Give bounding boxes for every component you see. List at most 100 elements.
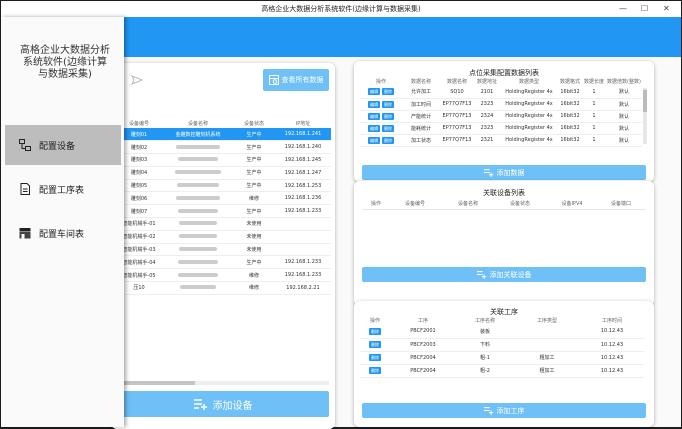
- edit-button[interactable]: 编辑: [368, 124, 380, 132]
- edit-button[interactable]: 编辑: [368, 88, 380, 96]
- delete-button[interactable]: 删除: [369, 367, 381, 374]
- device-name: [163, 243, 233, 257]
- cell: [514, 338, 580, 352]
- device-status: 生产中: [233, 140, 275, 155]
- scrollbar-thumb[interactable]: [117, 381, 195, 385]
- table-row[interactable]: 压10 维修 192.168.2.21: [115, 281, 331, 295]
- table-row[interactable]: 智能机械手-01 未使用: [115, 217, 331, 231]
- cell: 产能统计: [402, 110, 440, 123]
- device-name: [163, 268, 233, 283]
- device-ip: [275, 243, 331, 257]
- panel-title: 关联设备列表: [483, 189, 525, 197]
- device-name: [163, 140, 233, 155]
- table-row[interactable]: 雕刻07 生产中 192.168.1.233: [115, 204, 331, 219]
- table-row[interactable]: 雕刻04 生产中 192.168.1.247: [115, 166, 331, 180]
- device-name: [163, 179, 233, 193]
- send-icon[interactable]: [131, 75, 143, 85]
- table-row[interactable]: 智能机械手-03 未使用: [115, 243, 331, 257]
- cell: 1: [582, 122, 606, 135]
- cell: EP77Q7F13: [440, 98, 474, 111]
- cell: 16bit32: [558, 86, 582, 99]
- table-row: 编辑 删除 产能统计 EP77Q7F13 2324 HoldingRegister…: [360, 110, 642, 123]
- cell: 粗加工: [514, 351, 580, 365]
- delete-button[interactable]: 删除: [369, 354, 381, 361]
- add-associated-device-button[interactable]: 添加关联设备: [362, 267, 646, 282]
- cell: [514, 325, 580, 339]
- table-row[interactable]: 智能机械手-05 维修 192.168.1.233: [115, 268, 331, 283]
- nav-item-device-config[interactable]: 配置设备: [5, 125, 121, 165]
- redacted-text: [178, 259, 218, 264]
- delete-button[interactable]: 删除: [382, 88, 394, 96]
- device-status: 生产中: [233, 204, 275, 219]
- delete-button[interactable]: 删除: [369, 341, 381, 348]
- device-ip: 192.168.1.233: [275, 204, 331, 219]
- column-header: 数据类型: [518, 79, 539, 85]
- device-status: 生产中: [233, 179, 275, 193]
- table-row[interactable]: 智能机械手-02 未使用: [115, 230, 331, 244]
- maximize-button[interactable]: ☐: [641, 3, 648, 14]
- row-actions: 删除: [360, 338, 390, 352]
- table-row[interactable]: 雕刻02 生产中 192.168.1.240: [115, 140, 331, 155]
- device-status: 生产中: [233, 255, 275, 270]
- cell: PBCF2003: [390, 338, 456, 352]
- nav-item-workshop-table[interactable]: 配置车间表: [5, 213, 121, 253]
- row-actions: 删除: [360, 351, 390, 365]
- add-process-button[interactable]: 添加工序: [362, 403, 646, 418]
- edit-button[interactable]: 编辑: [368, 136, 380, 144]
- table-row[interactable]: 雕刻06 维修 192.168.1.236: [115, 191, 331, 206]
- redacted-text: [178, 272, 218, 277]
- device-name: [163, 204, 233, 219]
- data-points-vertical-scrollbar[interactable]: [643, 88, 647, 144]
- delete-button[interactable]: 删除: [369, 327, 381, 335]
- redacted-text: [176, 144, 220, 149]
- device-ip: 192.168.1.253: [275, 179, 331, 193]
- cell: 16bit32: [558, 134, 582, 147]
- table-row[interactable]: 雕刻01 金雕数控雕刻机系统 生产中 192.168.1.241: [115, 128, 331, 142]
- device-ip: 192.168.2.21: [275, 281, 331, 295]
- delete-button[interactable]: 删除: [382, 100, 394, 108]
- redacted-text: [175, 170, 221, 175]
- process-table-icon: [20, 183, 30, 195]
- cell: HoldingRegister 4x: [500, 98, 558, 111]
- device-name: [163, 191, 233, 206]
- delete-button[interactable]: 删除: [382, 112, 394, 120]
- cell: PBCF2001: [390, 325, 456, 339]
- row-actions: 删除: [360, 325, 390, 339]
- device-status: 生产中: [233, 166, 275, 180]
- cell: 1: [582, 134, 606, 147]
- devices-panel: 查看所有数据 设备编号 设备名称 设备状态 IP地址 雕刻01 金雕数控雕刻机系…: [111, 63, 335, 429]
- device-ip: 192.168.1.247: [275, 166, 331, 180]
- minimize-button[interactable]: —: [619, 3, 627, 14]
- delete-button[interactable]: 删除: [382, 136, 394, 144]
- add-associated-device-label: 添加关联设备: [489, 270, 532, 279]
- cell: 默认: [606, 134, 642, 147]
- edit-button[interactable]: 编辑: [368, 112, 380, 120]
- cell: 粗加工: [514, 364, 580, 378]
- devices-table-header: 设备编号 设备名称 设备状态 IP地址: [115, 119, 331, 128]
- scrollbar-thumb[interactable]: [643, 90, 647, 112]
- device-ip: 192.168.1.233: [275, 268, 331, 283]
- device-ip: 192.168.1.233: [275, 255, 331, 270]
- cell: 2324: [474, 110, 500, 123]
- cell: PBCF2004: [390, 364, 456, 378]
- add-data-button[interactable]: 添加数据: [362, 165, 646, 180]
- row-actions: 编辑 删除: [360, 134, 402, 147]
- add-process-label: 添加工序: [496, 406, 525, 415]
- devices-horizontal-scrollbar[interactable]: [117, 381, 329, 385]
- close-button[interactable]: ✕: [663, 3, 670, 14]
- cell: 1: [582, 98, 606, 111]
- nav-item-process-table[interactable]: 配置工序表: [5, 169, 121, 209]
- table-row[interactable]: 雕刻03 生产中 192.168.1.245: [115, 153, 331, 167]
- table-row: 删除 PBCF2004 粗-1 粗加工 10.12.43: [360, 351, 644, 365]
- table-row[interactable]: 雕刻05 生产中 192.168.1.253: [115, 179, 331, 193]
- playlist-add-icon: [476, 271, 486, 279]
- table-row: 删除 PBCF2004 粗-2 粗加工 10.12.43: [360, 364, 644, 378]
- table-row[interactable]: 智能机械手-04 生产中 192.168.1.233: [115, 255, 331, 270]
- delete-button[interactable]: 删除: [382, 124, 394, 132]
- add-device-button[interactable]: 添加设备: [117, 391, 329, 417]
- column-header: 设备状态: [509, 201, 530, 207]
- query-all-button[interactable]: 查看所有数据: [263, 69, 329, 91]
- processes-table: 操作 工序 工序名称 工序类型 工序时间 删除 PBCF2001 装板 10.1…: [360, 316, 644, 378]
- edit-button[interactable]: 编辑: [368, 100, 380, 108]
- app-client-area: 查看所有数据 设备编号 设备名称 设备状态 IP地址 雕刻01 金雕数控雕刻机系…: [1, 17, 681, 429]
